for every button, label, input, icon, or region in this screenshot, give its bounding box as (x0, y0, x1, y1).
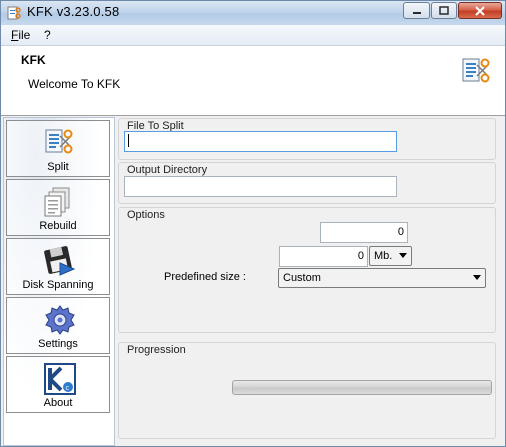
predefined-size-select[interactable]: Custom (278, 268, 486, 288)
header-welcome: Welcome To KFK (28, 77, 121, 91)
options-group: Options 0 0 Mb. Predefined size : Custom (118, 207, 496, 333)
menu-bar: File ? (1, 25, 505, 46)
sidebar-item-rebuild[interactable]: Rebuild (6, 179, 110, 236)
sidebar-item-label: Rebuild (39, 220, 77, 232)
split-icon (462, 58, 490, 83)
file-to-split-input[interactable] (124, 131, 397, 152)
parts-count-input[interactable]: 0 (320, 222, 408, 243)
sidebar-item-label: Disk Spanning (22, 279, 94, 291)
sidebar-item-settings[interactable]: Settings (6, 297, 110, 354)
app-window: KFK v3.23.0.58 File ? KFK Welcome To KFK (0, 0, 506, 447)
sidebar-item-about[interactable]: c About (6, 356, 110, 413)
minimize-button[interactable] (403, 2, 430, 19)
sidebar-item-disk-spanning[interactable]: Disk Spanning (6, 238, 110, 295)
title-bar[interactable]: KFK v3.23.0.58 (1, 1, 505, 25)
header-banner: KFK Welcome To KFK (1, 46, 505, 116)
sidebar-item-label: Split (47, 161, 69, 173)
part-size-input[interactable]: 0 (279, 246, 368, 267)
progression-group: Progression (118, 342, 496, 439)
text-caret (128, 134, 129, 147)
close-button[interactable] (458, 2, 502, 19)
predefined-size-value: Custom (283, 272, 321, 284)
sidebar: Split Rebuild Disk Spanning Settings c A… (3, 117, 115, 446)
options-title: Options (127, 209, 165, 221)
minimize-icon (412, 11, 421, 14)
split-icon (45, 129, 73, 154)
sidebar-item-label: About (43, 397, 73, 409)
progression-title: Progression (127, 344, 186, 356)
maximize-icon (439, 6, 449, 15)
settings-icon (45, 305, 75, 335)
menu-file[interactable]: File (11, 28, 30, 42)
kfk-app-icon (7, 6, 21, 20)
sidebar-item-label: Settings (38, 338, 78, 350)
predefined-size-label: Predefined size : (164, 271, 246, 283)
close-icon (475, 5, 485, 16)
file-to-split-group: File To Split (118, 118, 496, 160)
window-title: KFK v3.23.0.58 (27, 4, 120, 19)
size-unit-select[interactable]: Mb. (369, 246, 412, 266)
progress-bar (232, 380, 492, 395)
output-directory-group: Output Directory (118, 162, 496, 204)
rebuild-icon (44, 187, 70, 217)
menu-file-label: ile (18, 28, 31, 42)
header-title: KFK (21, 53, 46, 67)
maximize-button[interactable] (431, 2, 457, 19)
svg-text:c: c (66, 385, 70, 392)
disk-spanning-icon (44, 246, 76, 276)
sidebar-item-split[interactable]: Split (6, 120, 110, 177)
about-icon: c (44, 363, 76, 395)
output-directory-title: Output Directory (127, 164, 208, 176)
chevron-down-icon (399, 253, 407, 258)
output-directory-input[interactable] (124, 176, 397, 197)
menu-help[interactable]: ? (44, 28, 51, 42)
chevron-down-icon (473, 275, 481, 280)
size-unit-value: Mb. (374, 250, 393, 262)
